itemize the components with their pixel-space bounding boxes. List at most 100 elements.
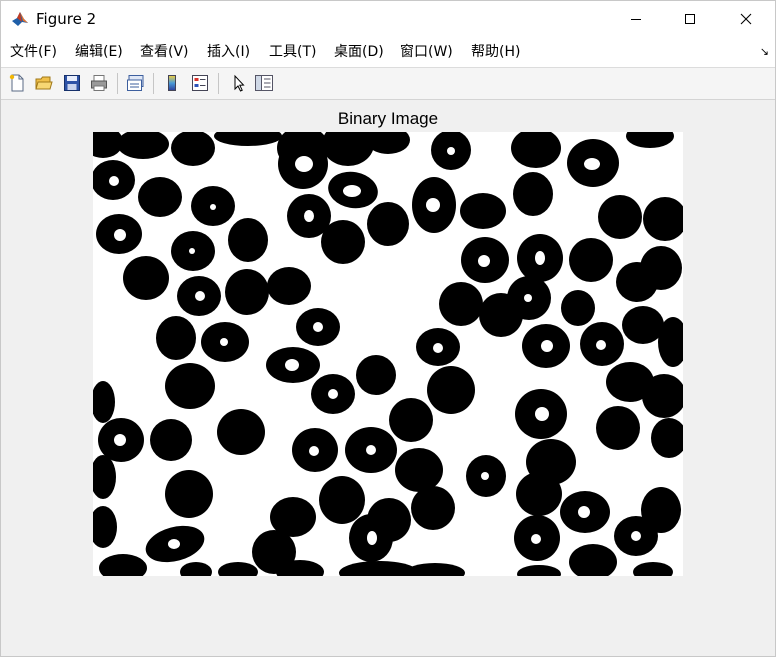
close-icon	[740, 13, 752, 25]
menu-tools[interactable]: 工具(T)	[269, 43, 316, 61]
minimize-icon	[631, 19, 641, 20]
cell-hole	[189, 248, 195, 254]
binary-image-canvas	[93, 132, 683, 576]
cell-blob	[616, 262, 658, 302]
cell-hole	[313, 322, 323, 332]
cell-blob	[217, 409, 265, 455]
new-figure-button[interactable]	[6, 72, 28, 94]
edit-plot-button[interactable]	[227, 72, 249, 94]
cell-hole	[114, 434, 126, 446]
cell-blob	[156, 316, 196, 360]
cell-blob	[517, 565, 561, 576]
cell-blob	[150, 419, 192, 461]
maximize-button[interactable]	[667, 1, 713, 37]
cell-blob	[511, 132, 561, 168]
menu-help[interactable]: 帮助(H)	[471, 43, 520, 61]
cell-hole	[304, 210, 314, 222]
cell-blob	[626, 132, 674, 148]
cell-blob	[411, 486, 455, 530]
cell-blob	[165, 363, 215, 409]
cell-blob	[460, 193, 506, 229]
cell-blob	[93, 381, 115, 423]
cell-blob	[427, 366, 475, 414]
toolbar-separator	[218, 73, 219, 94]
cell-hole	[220, 338, 228, 346]
print-button[interactable]	[88, 72, 110, 94]
cell-blob	[99, 554, 147, 576]
cell-hole	[541, 340, 553, 352]
cell-hole	[328, 389, 338, 399]
cell-blob	[123, 256, 169, 300]
cell-hole	[343, 185, 361, 197]
cell-hole	[447, 147, 455, 155]
binary-image[interactable]	[93, 132, 683, 576]
edit-plot-icon	[234, 74, 245, 92]
menu-view[interactable]: 查看(V)	[140, 43, 189, 61]
insert-legend-button[interactable]	[189, 72, 211, 94]
open-file-button[interactable]	[33, 72, 55, 94]
cell-blob	[596, 406, 640, 450]
axes-title: Binary Image	[337, 109, 439, 128]
close-button[interactable]	[723, 1, 769, 37]
menu-window[interactable]: 窗口(W)	[400, 43, 453, 61]
cell-blob	[319, 476, 365, 524]
cell-hole	[367, 531, 377, 545]
cell-hole	[524, 294, 532, 302]
menu-insert[interactable]: 插入(I)	[207, 43, 250, 61]
cell-hole	[531, 534, 541, 544]
cell-blob	[367, 202, 409, 246]
cell-hole	[168, 539, 180, 549]
title-bar[interactable]: Figure 2	[1, 1, 775, 37]
cell-hole	[481, 472, 489, 480]
minimize-button[interactable]	[613, 1, 659, 37]
property-inspector-icon	[255, 75, 273, 91]
cell-blob	[516, 472, 562, 516]
cell-blob	[228, 218, 268, 262]
menu-file[interactable]: 文件(F)	[10, 43, 57, 61]
cell-blob	[569, 238, 613, 282]
cell-blob	[225, 269, 269, 315]
menu-edit[interactable]: 编辑(E)	[75, 43, 123, 61]
cell-blob	[165, 470, 213, 518]
cell-hole	[285, 359, 299, 371]
save-icon	[64, 75, 80, 91]
open-file-icon	[35, 76, 53, 90]
link-plot-button[interactable]	[125, 72, 147, 94]
maximize-icon	[685, 14, 695, 24]
insert-colorbar-icon	[168, 75, 176, 91]
link-plot-icon	[127, 75, 144, 91]
toolbar-separator	[117, 73, 118, 94]
toolbar-separator	[153, 73, 154, 94]
cell-blob	[395, 448, 443, 492]
cell-blob	[267, 267, 311, 305]
window-title: Figure 2	[36, 10, 97, 28]
cell-blob	[389, 398, 433, 442]
cell-blob	[561, 290, 595, 326]
cell-blob	[622, 306, 664, 344]
insert-colorbar-button[interactable]	[161, 72, 183, 94]
cell-blob	[117, 132, 169, 159]
insert-legend-icon	[192, 75, 208, 91]
cell-hole	[535, 407, 549, 421]
save-button[interactable]	[61, 72, 83, 94]
cell-hole	[596, 340, 606, 350]
cell-hole	[478, 255, 490, 267]
figure-window: Figure 2 文件(F) 编辑(E) 查看(V) 插入(I) 工具(T) 桌…	[0, 0, 776, 657]
cell-blob	[218, 562, 258, 576]
menu-bar: 文件(F) 编辑(E) 查看(V) 插入(I) 工具(T) 桌面(D) 窗口(W…	[1, 37, 775, 68]
cell-blob	[569, 544, 617, 576]
property-inspector-button[interactable]	[253, 72, 275, 94]
cell-hole	[631, 531, 641, 541]
cell-hole	[535, 251, 545, 265]
cell-hole	[366, 445, 376, 455]
print-icon	[91, 75, 107, 91]
dock-arrow-icon[interactable]: ↘	[760, 45, 769, 58]
new-figure-icon	[9, 74, 24, 92]
cell-hole	[309, 446, 319, 456]
cell-hole	[433, 343, 443, 353]
cell-blob	[356, 355, 396, 395]
cell-hole	[114, 229, 126, 241]
cell-blob	[598, 195, 642, 239]
menu-desktop[interactable]: 桌面(D)	[334, 43, 384, 61]
cell-blob	[93, 506, 117, 548]
